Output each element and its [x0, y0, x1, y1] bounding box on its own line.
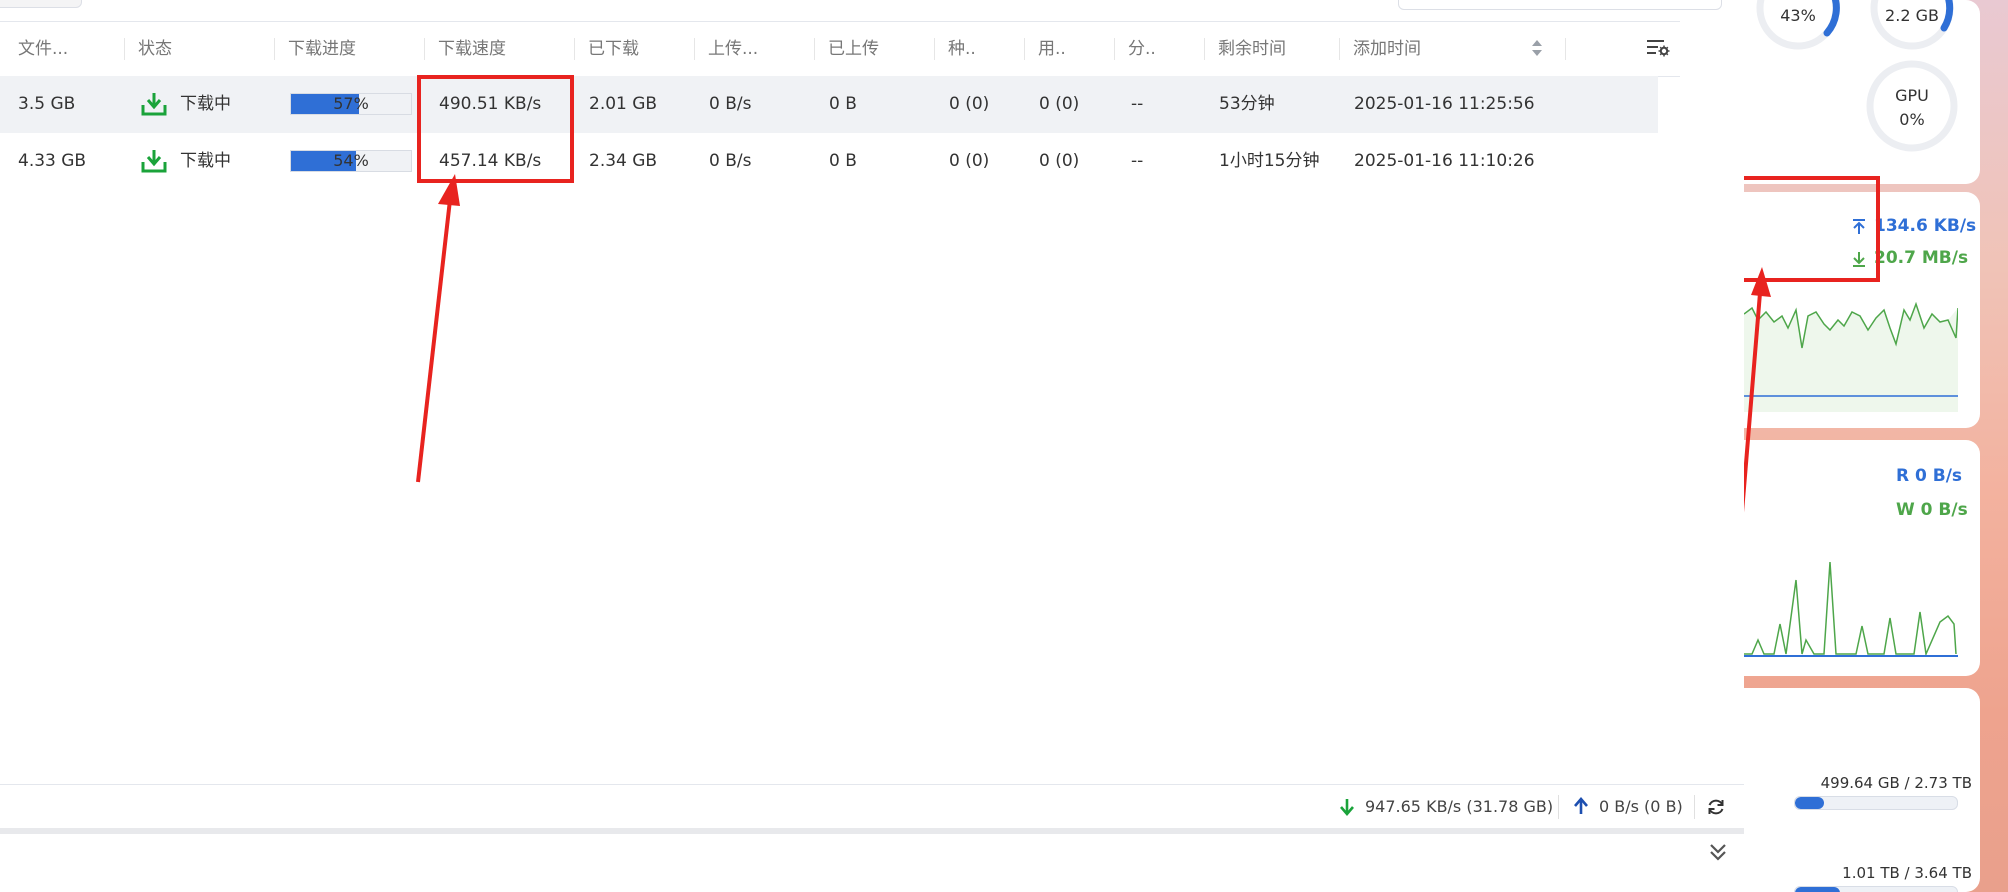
storage-fill	[1795, 887, 1841, 892]
column-header-remaining[interactable]: 剩余时间	[1218, 22, 1286, 76]
disk-io-card: R 0 B/s W 0 B/s	[1744, 440, 1980, 676]
column-divider[interactable]	[694, 38, 695, 60]
column-divider[interactable]	[574, 38, 575, 60]
cell-remaining: 53分钟	[1219, 94, 1275, 114]
cell-size: 3.5 GB	[18, 94, 76, 114]
cell-added: 2025-01-16 11:10:26	[1354, 151, 1535, 171]
column-divider[interactable]	[274, 38, 275, 60]
progress-label: 54%	[333, 151, 369, 170]
storage-card: 499.64 GB / 2.73 TB 1.01 TB / 3.64 TB	[1744, 688, 1980, 892]
network-download-speed: 20.7 MB/s	[1874, 248, 1969, 268]
download-status-icon	[141, 93, 167, 116]
column-divider[interactable]	[1339, 38, 1340, 60]
cell-added: 2025-01-16 11:25:56	[1354, 94, 1535, 114]
annotation-arrow	[416, 174, 460, 483]
total-upload-speed: 0 B/s (0 B)	[1599, 797, 1683, 816]
cell-size: 4.33 GB	[18, 151, 87, 171]
gpu-usage: 0%	[1899, 110, 1925, 129]
disk-write-speed: W 0 B/s	[1896, 500, 1968, 520]
speed-annotation-box	[417, 75, 574, 183]
progress-label: 57%	[333, 94, 369, 113]
disk-read-speed: R 0 B/s	[1896, 466, 1963, 486]
system-monitor: 43% 2.2 GB GPU 0% 134.6 KB/s 20.7 MB/s R…	[1744, 0, 2008, 892]
column-divider[interactable]	[124, 38, 125, 60]
storage-total: 2.73 TB	[1914, 774, 1972, 792]
arrow-down-icon	[1340, 799, 1354, 816]
storage-usage-1: 499.64 GB / 2.73 TB	[1820, 774, 1972, 792]
status-divider	[1694, 795, 1695, 819]
cell-ratio: --	[1131, 94, 1144, 114]
gpu-label: GPU	[1895, 86, 1929, 105]
column-header-status[interactable]: 状态	[138, 22, 172, 76]
cell-downloaded: 2.34 GB	[589, 151, 658, 171]
gpu-gauge	[1866, 60, 1958, 152]
download-status-icon	[141, 150, 167, 173]
table-row[interactable]: 4.33 GB 下载中 54% 457.14 KB/s 2.34 GB 0 B/…	[0, 133, 1658, 190]
column-header-ratio[interactable]: 分..	[1128, 22, 1156, 76]
status-bar: 947.65 KB/s (31.78 GB) 0 B/s (0 B)	[0, 784, 1744, 829]
total-download-speed: 947.65 KB/s (31.78 GB)	[1365, 797, 1554, 816]
network-graph	[1744, 302, 1958, 412]
collapse-icon[interactable]	[1708, 842, 1728, 862]
column-header-file[interactable]: 文件...	[18, 22, 68, 76]
column-header-downloaded[interactable]: 已下载	[588, 22, 639, 76]
search-box[interactable]	[1398, 0, 1722, 10]
column-header-added[interactable]: 添加时间	[1353, 22, 1421, 76]
table-header: 文件... 状态 下载进度 下载速度 已下载 上传... 已上传 种.. 用..…	[0, 22, 1680, 77]
cell-status: 下载中	[180, 151, 231, 171]
column-divider[interactable]	[1114, 38, 1115, 60]
download-manager: 文件... 状态 下载进度 下载速度 已下载 上传... 已上传 种.. 用..…	[0, 0, 1744, 892]
arrow-up-icon	[1574, 797, 1588, 814]
panel-divider[interactable]	[0, 828, 1744, 834]
storage-used: 499.64 GB	[1820, 774, 1900, 792]
cell-upload-speed: 0 B/s	[709, 151, 752, 171]
annotation-arrow	[1744, 267, 1771, 513]
cell-upload-speed: 0 B/s	[709, 94, 752, 114]
cell-remaining: 1小时15分钟	[1219, 151, 1320, 171]
column-header-upload-speed[interactable]: 上传...	[708, 22, 758, 76]
column-settings-icon[interactable]	[1646, 38, 1670, 58]
storage-total: 3.64 TB	[1914, 864, 1972, 882]
storage-usage-2: 1.01 TB / 3.64 TB	[1842, 864, 1972, 882]
refresh-icon[interactable]	[1706, 797, 1726, 817]
column-header-progress[interactable]: 下载进度	[288, 22, 356, 76]
storage-bar-2	[1794, 886, 1958, 892]
cell-peers: 0 (0)	[1039, 94, 1080, 114]
column-header-seeds[interactable]: 种..	[948, 22, 976, 76]
cell-seeds: 0 (0)	[949, 151, 990, 171]
storage-bar-1	[1794, 796, 1958, 810]
column-header-uploaded[interactable]: 已上传	[828, 22, 879, 76]
cell-status: 下载中	[180, 94, 231, 114]
memory-usage: 2.2 GB	[1885, 6, 1939, 25]
cell-uploaded: 0 B	[829, 151, 857, 171]
sort-icon[interactable]	[1530, 37, 1544, 59]
top-tab[interactable]	[0, 0, 82, 8]
cell-seeds: 0 (0)	[949, 94, 990, 114]
status-divider	[1558, 795, 1559, 819]
progress-bar: 57%	[290, 93, 412, 115]
column-divider[interactable]	[424, 38, 425, 60]
cell-ratio: --	[1131, 151, 1144, 171]
column-divider[interactable]	[934, 38, 935, 60]
cell-uploaded: 0 B	[829, 94, 857, 114]
column-divider[interactable]	[1024, 38, 1025, 60]
resource-card: 43% 2.2 GB GPU 0%	[1744, 0, 1980, 184]
storage-used: 1.01 TB	[1842, 864, 1900, 882]
column-header-peers[interactable]: 用..	[1038, 22, 1066, 76]
storage-fill	[1795, 797, 1825, 809]
cpu-usage: 43%	[1780, 6, 1816, 25]
progress-bar: 54%	[290, 150, 412, 172]
column-divider[interactable]	[1565, 38, 1566, 60]
table-row[interactable]: 3.5 GB 下载中 57% 490.51 KB/s 2.01 GB 0 B/s…	[0, 76, 1658, 133]
network-upload-speed: 134.6 KB/s	[1874, 216, 1977, 236]
cell-peers: 0 (0)	[1039, 151, 1080, 171]
column-header-speed[interactable]: 下载速度	[438, 22, 506, 76]
column-divider[interactable]	[814, 38, 815, 60]
column-divider[interactable]	[1204, 38, 1205, 60]
disk-graph	[1744, 561, 1958, 657]
cell-downloaded: 2.01 GB	[589, 94, 658, 114]
